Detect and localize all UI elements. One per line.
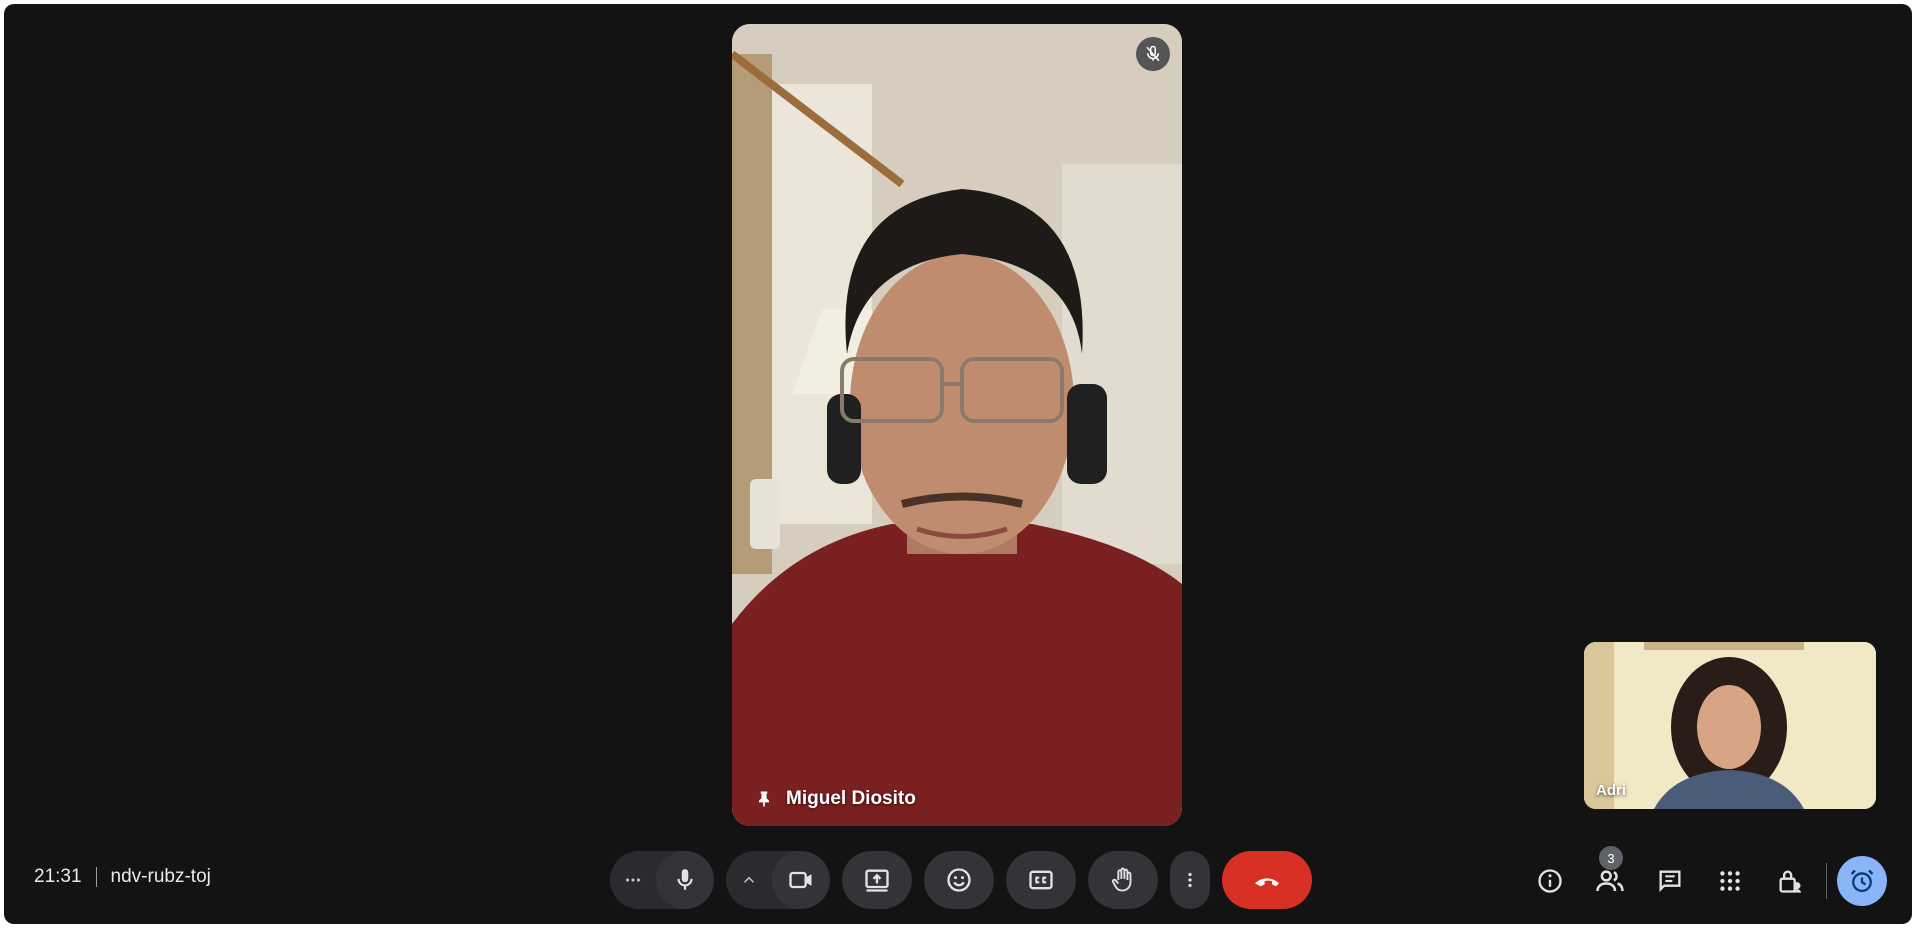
lock-person-icon — [1779, 870, 1802, 893]
meeting-details-button[interactable] — [1526, 857, 1574, 905]
more-options-button[interactable] — [1170, 851, 1210, 909]
participant-name: Miguel Diosito — [786, 788, 916, 809]
video-options-button[interactable] — [726, 851, 772, 909]
meeting-code: ndv-rubz-toj — [110, 866, 211, 887]
mic-group — [610, 851, 714, 909]
toolbar-divider — [1826, 863, 1827, 899]
activities-button[interactable] — [1706, 857, 1754, 905]
present-button[interactable] — [842, 851, 912, 909]
camera-button[interactable] — [772, 851, 830, 909]
apps-grid-icon — [1720, 871, 1740, 891]
self-view-tile[interactable]: Adri — [1584, 642, 1876, 809]
self-view-video — [1584, 642, 1876, 809]
participant-tile[interactable]: Miguel Diosito — [732, 24, 1182, 826]
people-button[interactable]: 3 — [1586, 846, 1634, 905]
emoji-icon — [947, 868, 971, 892]
divider — [95, 867, 97, 887]
host-controls-button[interactable] — [1766, 857, 1814, 905]
camera-group — [726, 851, 830, 909]
mic-off-icon — [1136, 37, 1170, 71]
people-icon — [1596, 870, 1624, 892]
reactions-button[interactable] — [924, 851, 994, 909]
mic-icon — [677, 869, 693, 890]
call-controls — [610, 851, 1312, 909]
participant-name-label: Miguel Diosito — [754, 788, 916, 810]
self-name-label: Adri — [1596, 782, 1626, 799]
timer-button[interactable] — [1837, 856, 1887, 906]
audio-options-button[interactable] — [610, 851, 656, 909]
present-icon — [865, 869, 889, 892]
participant-video — [732, 24, 1182, 826]
people-count-badge: 3 — [1599, 846, 1623, 870]
info-icon — [1538, 869, 1562, 893]
more-vert-icon — [1188, 872, 1192, 888]
pin-icon[interactable] — [754, 789, 774, 809]
meeting-info: 21:31 ndv-rubz-toj — [34, 866, 211, 888]
meet-window: Miguel Diosito Adri 21:31 ndv-rubz-toj 3 — [4, 4, 1912, 924]
chat-icon — [1659, 870, 1681, 892]
leave-call-button[interactable] — [1222, 851, 1312, 909]
hand-icon — [1111, 867, 1132, 892]
meeting-time: 21:31 — [34, 866, 82, 887]
cc-icon — [1029, 870, 1053, 890]
captions-button[interactable] — [1006, 851, 1076, 909]
chat-button[interactable] — [1646, 857, 1694, 905]
side-tools: 3 — [1526, 846, 1887, 906]
call-end-icon — [1255, 878, 1279, 887]
raise-hand-button[interactable] — [1088, 851, 1158, 909]
chevron-up-icon — [743, 876, 755, 883]
microphone-button[interactable] — [656, 851, 714, 909]
videocam-icon — [789, 871, 812, 889]
more-horiz-icon — [625, 878, 641, 882]
alarm-icon — [1850, 869, 1874, 893]
